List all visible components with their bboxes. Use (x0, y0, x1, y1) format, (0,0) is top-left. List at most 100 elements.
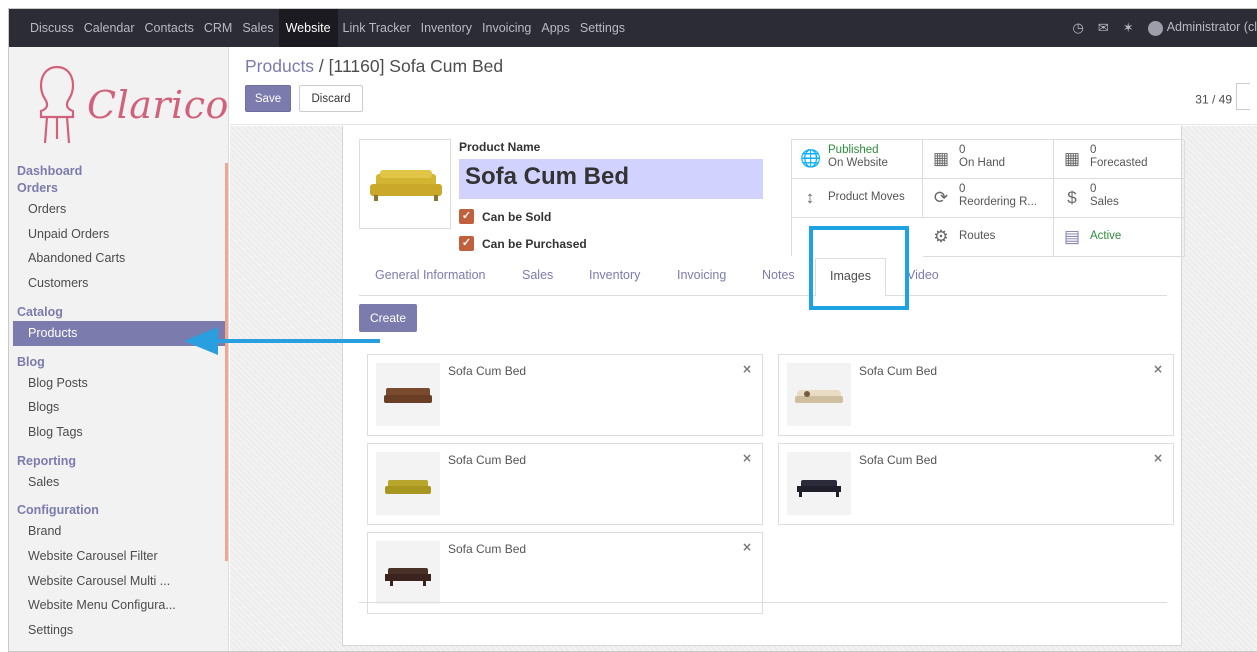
cogs-icon: ⚙ (933, 227, 949, 246)
chat-icon[interactable]: ✉ (1098, 20, 1109, 36)
user-name: Administrator (cl (1166, 20, 1257, 35)
menu-invoicing[interactable]: Invoicing (477, 9, 536, 47)
image-thumbnail (787, 363, 851, 426)
sidebar-item-dashboard[interactable]: Dashboard (9, 163, 227, 180)
sidebar-section-orders: Orders (17, 181, 58, 195)
menu-sales[interactable]: Sales (237, 9, 278, 47)
top-navbar: Discuss Calendar Contacts CRM Sales Webs… (9, 9, 1257, 47)
remove-image-icon[interactable]: × (742, 451, 752, 465)
control-panel: Products / [11160] Sofa Cum Bed Save Dis… (230, 47, 1257, 125)
can-be-sold-checkbox[interactable]: ✓ Can be Sold (459, 209, 551, 224)
sidebar-item-abandoned-carts[interactable]: Abandoned Carts (9, 246, 227, 271)
sidebar-item-blogs[interactable]: Blogs (9, 395, 227, 420)
sofa-thumbnail-icon (797, 480, 841, 497)
tab-invoicing[interactable]: Invoicing (677, 268, 726, 282)
form-sheet: Product Name Sofa Cum Bed ✓ Can be Sold … (342, 126, 1185, 646)
breadcrumb: Products / [11160] Sofa Cum Bed (245, 56, 503, 77)
breadcrumb-separator: / (314, 56, 329, 76)
sidebar-item-blog-posts[interactable]: Blog Posts (9, 371, 227, 396)
image-name: Sofa Cum Bed (448, 364, 527, 378)
on-hand-button[interactable]: ▦ 0 On Hand (923, 140, 1054, 179)
reordering-button[interactable]: ⟳ 0 Reordering R... (923, 179, 1054, 218)
clock-icon[interactable]: ◷ (1073, 20, 1084, 36)
form-content: Product Name Sofa Cum Bed ✓ Can be Sold … (230, 126, 1257, 651)
image-name: Sofa Cum Bed (859, 453, 938, 467)
remove-image-icon[interactable]: × (742, 362, 752, 376)
images-tab-highlight (809, 226, 909, 310)
product-moves-label: Product Moves (828, 191, 905, 203)
product-image[interactable] (359, 139, 451, 229)
remove-image-icon[interactable]: × (1153, 362, 1163, 376)
save-button[interactable]: Save (245, 85, 291, 112)
menu-apps[interactable]: Apps (536, 9, 575, 47)
globe-icon: 🌐 (800, 149, 822, 168)
sidebar-item-sales[interactable]: Sales (9, 470, 227, 495)
routes-label: Routes (959, 230, 996, 242)
on-hand-label: 0 On Hand (959, 144, 1006, 169)
tab-video[interactable]: Video (907, 268, 939, 282)
menu-website[interactable]: Website (278, 9, 338, 47)
app-window: Discuss Calendar Contacts CRM Sales Webs… (8, 8, 1257, 652)
sidebar-nav: Dashboard Orders Orders Unpaid Orders Ab… (9, 163, 227, 643)
systray: ◷ ✉ ✶ Administrator (cl (1073, 9, 1257, 47)
image-name: Sofa Cum Bed (859, 364, 938, 378)
sidebar-item-customers[interactable]: Customers (9, 271, 227, 296)
routes-button[interactable]: ⚙ Routes (923, 218, 1054, 257)
sidebar-section-reporting: Reporting (17, 453, 77, 468)
chair-logo-icon (39, 65, 75, 144)
sidebar-item-brand[interactable]: Brand (9, 519, 227, 544)
refresh-icon: ⟳ (933, 188, 949, 207)
image-card[interactable]: Sofa Cum Bed × (778, 443, 1174, 525)
sofa-thumbnail-icon (385, 480, 431, 494)
sidebar-item-carousel-multi[interactable]: Website Carousel Multi ... (9, 569, 227, 594)
remove-image-icon[interactable]: × (742, 540, 752, 554)
menu-inventory[interactable]: Inventory (416, 9, 477, 47)
sidebar-item-unpaid-orders[interactable]: Unpaid Orders (9, 222, 227, 247)
remove-image-icon[interactable]: × (1153, 451, 1163, 465)
discard-button[interactable]: Discard (299, 85, 363, 112)
menu-calendar[interactable]: Calendar (79, 9, 140, 47)
image-thumbnail (376, 363, 440, 426)
building-icon: ▦ (1063, 149, 1081, 168)
bug-icon[interactable]: ✶ (1123, 20, 1134, 36)
published-label: Published On Website (828, 144, 888, 169)
tab-notes[interactable]: Notes (762, 268, 795, 282)
building-icon: ▦ (932, 149, 950, 168)
can-be-purchased-checkbox[interactable]: ✓ Can be Purchased (459, 236, 587, 251)
image-card[interactable]: Sofa Cum Bed × (367, 443, 763, 525)
sidebar-item-orders[interactable]: Orders (9, 197, 227, 222)
forecasted-button[interactable]: ▦ 0 Forecasted (1054, 140, 1185, 179)
pager: 31 / 49 (1195, 83, 1250, 110)
annotation-arrow-icon (184, 327, 380, 355)
dollar-icon: $ (1067, 188, 1077, 207)
sidebar-item-blog-tags[interactable]: Blog Tags (9, 420, 227, 445)
breadcrumb-products-link[interactable]: Products (245, 56, 314, 76)
menu-contacts[interactable]: Contacts (140, 9, 199, 47)
reordering-label: 0 Reordering R... (959, 183, 1037, 208)
menu-discuss[interactable]: Discuss (25, 9, 79, 47)
forecasted-label: 0 Forecasted (1090, 144, 1148, 169)
menu-settings[interactable]: Settings (575, 9, 630, 47)
pager-prev-button[interactable] (1236, 83, 1250, 110)
user-menu[interactable]: Administrator (cl (1147, 20, 1257, 36)
menu-crm[interactable]: CRM (199, 9, 237, 47)
sidebar-item-carousel-filter[interactable]: Website Carousel Filter (9, 544, 227, 569)
image-thumbnail (787, 452, 851, 515)
active-toggle-button[interactable]: ▤ Active (1054, 218, 1185, 257)
menu-link-tracker[interactable]: Link Tracker (338, 9, 416, 47)
tab-sales[interactable]: Sales (522, 268, 553, 282)
sofa-thumbnail-icon (795, 390, 843, 403)
sidebar-item-settings[interactable]: Settings (9, 618, 227, 643)
sofa-thumbnail-icon (384, 388, 432, 403)
sales-button[interactable]: $ 0 Sales (1054, 179, 1185, 218)
clarico-logo[interactable]: Clarico (27, 59, 228, 149)
product-name-field[interactable]: Sofa Cum Bed (459, 159, 763, 199)
tab-inventory[interactable]: Inventory (589, 268, 640, 282)
published-button[interactable]: 🌐 Published On Website (792, 140, 923, 179)
sidebar-item-menu-config[interactable]: Website Menu Configura... (9, 593, 227, 618)
tab-general-information[interactable]: General Information (375, 268, 485, 282)
product-moves-button[interactable]: ↕ Product Moves (792, 179, 923, 218)
pager-value[interactable]: 31 / 49 (1195, 93, 1232, 107)
image-card[interactable]: Sofa Cum Bed × (367, 354, 763, 436)
image-card[interactable]: Sofa Cum Bed × (778, 354, 1174, 436)
